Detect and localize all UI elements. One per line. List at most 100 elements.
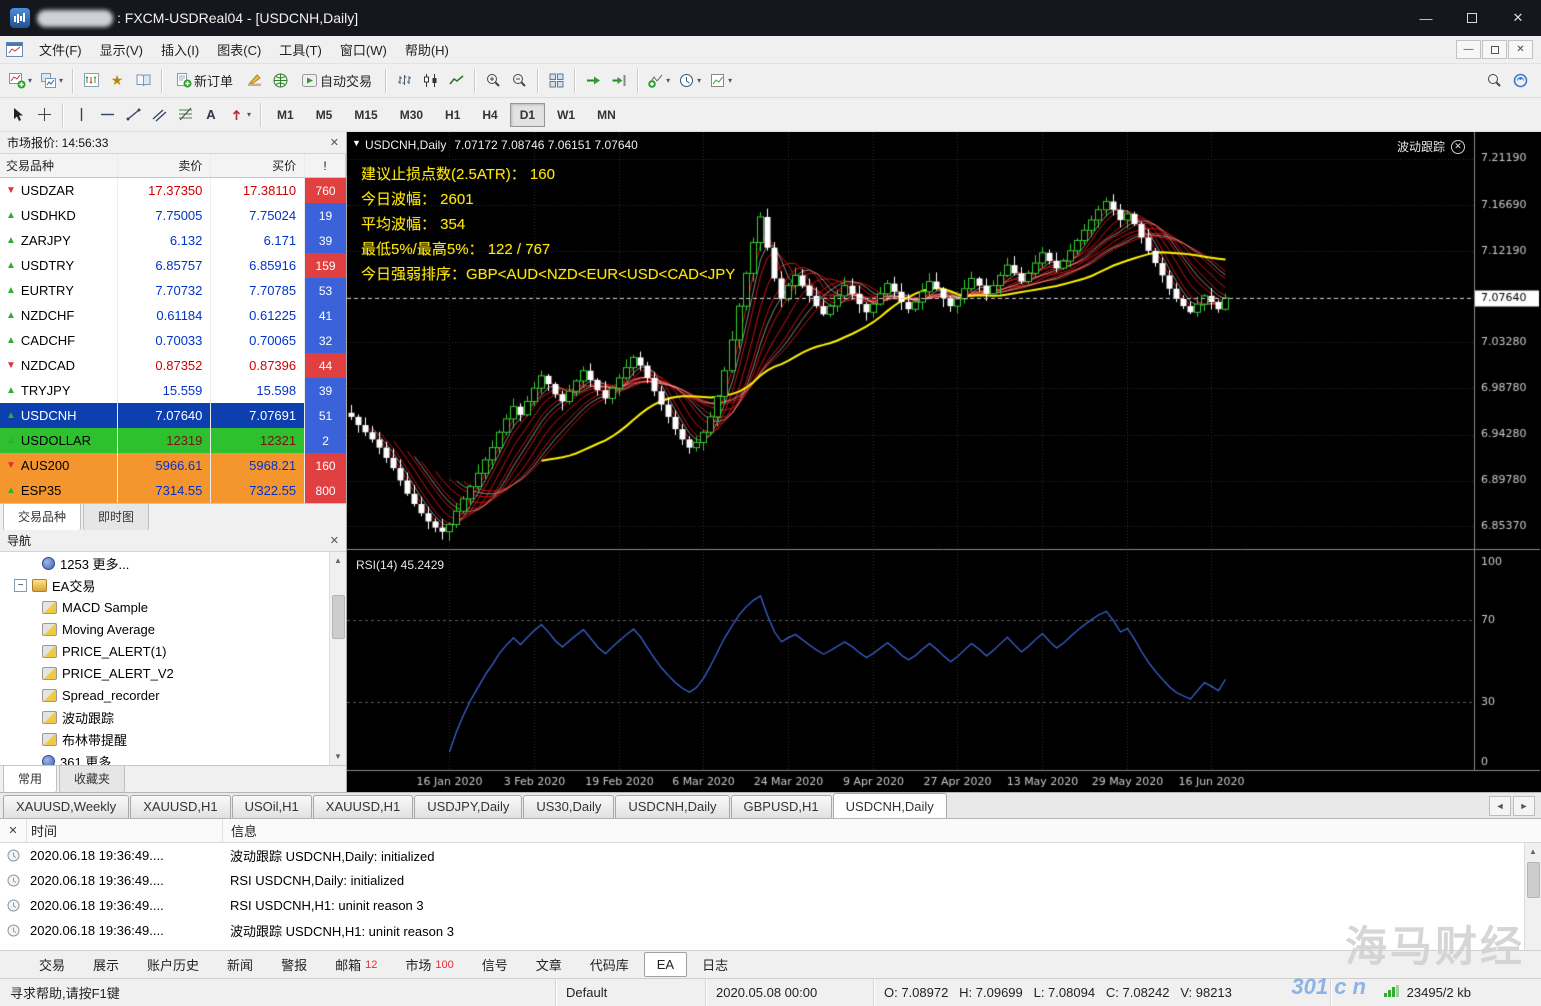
terminal-tab[interactable]: 邮箱 12 bbox=[322, 950, 390, 979]
tab-tick-chart[interactable]: 即时图 bbox=[83, 504, 150, 531]
column-header-bid[interactable]: 卖价 bbox=[118, 154, 212, 177]
tab-common[interactable]: 常用 bbox=[3, 766, 58, 793]
news-button[interactable] bbox=[267, 68, 293, 94]
new-chart-button[interactable]: ▾ bbox=[5, 68, 36, 94]
favorites-button[interactable]: ★ bbox=[104, 68, 130, 94]
candlestick-chart-button[interactable] bbox=[417, 68, 443, 94]
terminal-tab[interactable]: EA bbox=[643, 952, 688, 977]
tab-favorites[interactable]: 收藏夹 bbox=[59, 766, 126, 793]
cursor-tool-button[interactable] bbox=[5, 102, 31, 128]
chart-tab[interactable]: USDCNH,Daily bbox=[615, 795, 730, 818]
menu-item[interactable]: 插入(I) bbox=[152, 39, 208, 62]
scrollbar-thumb[interactable] bbox=[1526, 862, 1540, 898]
terminal-tab[interactable]: 新闻 bbox=[214, 950, 266, 979]
status-profile[interactable]: Default bbox=[556, 979, 706, 1006]
column-header-spread[interactable]: ! bbox=[305, 154, 346, 177]
scroll-up-button[interactable]: ▲ bbox=[329, 552, 346, 569]
market-watch-row[interactable]: ▼ AUS200 5966.61 5968.21 160 bbox=[0, 453, 346, 478]
timeframe-button-m5[interactable]: M5 bbox=[306, 103, 343, 127]
market-watch-row[interactable]: ▲ USDTRY 6.85757 6.85916 159 bbox=[0, 253, 346, 278]
one-click-trading-toggle[interactable]: ▼ bbox=[352, 139, 361, 148]
scroll-up-button[interactable]: ▲ bbox=[1524, 843, 1541, 860]
menu-item[interactable]: 图表(C) bbox=[208, 39, 270, 62]
chart-tab[interactable]: USOil,H1 bbox=[231, 795, 312, 818]
market-watch-row[interactable]: ▲ NZDCHF 0.61184 0.61225 41 bbox=[0, 303, 346, 328]
horizontal-line-tool-button[interactable] bbox=[94, 102, 120, 128]
menu-item[interactable]: 窗口(W) bbox=[331, 39, 396, 62]
navigator-item[interactable]: 1253 更多... bbox=[0, 552, 346, 574]
timeframe-button-d1[interactable]: D1 bbox=[509, 102, 546, 127]
new-order-button[interactable]: 新订单 bbox=[167, 68, 241, 94]
timeframe-button-h1[interactable]: H1 bbox=[435, 103, 470, 127]
column-header-ask[interactable]: 买价 bbox=[211, 154, 306, 177]
market-watch-row[interactable]: ▲ USDOLLAR 12319 12321 2 bbox=[0, 428, 346, 453]
templates-button[interactable]: ▾ bbox=[705, 68, 736, 94]
indicator-remove-button[interactable]: ✕ bbox=[1451, 139, 1465, 154]
market-watch-row[interactable]: ▼ USDZAR 17.37350 17.38110 760 bbox=[0, 178, 346, 203]
column-header-message[interactable]: 信息 bbox=[222, 819, 1541, 842]
market-watch-row[interactable]: ▲ ZARJPY 6.132 6.171 39 bbox=[0, 228, 346, 253]
zoom-in-button[interactable] bbox=[480, 68, 506, 94]
terminal-tab[interactable]: 账户历史 bbox=[134, 950, 212, 979]
timeframe-button-h4[interactable]: H4 bbox=[472, 103, 507, 127]
chart-tab[interactable]: XAUUSD,Weekly bbox=[3, 795, 130, 818]
chart-tab[interactable]: USDCNH,Daily bbox=[832, 793, 947, 818]
close-button[interactable]: ✕ bbox=[1495, 0, 1541, 36]
terminal-tab[interactable]: 交易 bbox=[26, 950, 78, 979]
navigator-item[interactable]: 361 更多... bbox=[0, 750, 346, 765]
tree-collapse-toggle[interactable]: − bbox=[14, 578, 27, 592]
terminal-scrollbar[interactable]: ▲ bbox=[1524, 843, 1541, 950]
navigator-item[interactable]: MACD Sample bbox=[0, 596, 346, 618]
navigator-toggle[interactable] bbox=[130, 68, 156, 94]
tile-windows-button[interactable] bbox=[543, 68, 569, 94]
navigator-item[interactable]: Spread_recorder bbox=[0, 684, 346, 706]
terminal-tab[interactable]: 展示 bbox=[80, 950, 132, 979]
market-watch-row[interactable]: ▲ ESP35 7314.55 7322.55 800 bbox=[0, 478, 346, 503]
zoom-out-button[interactable] bbox=[506, 68, 532, 94]
terminal-tab[interactable]: 市场 100 bbox=[392, 950, 466, 979]
line-chart-button[interactable] bbox=[443, 68, 469, 94]
terminal-close-button[interactable]: ✕ bbox=[0, 824, 26, 837]
menu-item[interactable]: 显示(V) bbox=[91, 39, 152, 62]
navigator-item[interactable]: − EA交易 bbox=[0, 574, 346, 596]
market-watch-row[interactable]: ▲ TRYJPY 15.559 15.598 39 bbox=[0, 378, 346, 403]
chart-tab[interactable]: XAUUSD,H1 bbox=[130, 795, 231, 818]
child-minimize-button[interactable]: — bbox=[1456, 40, 1481, 59]
navigator-item[interactable]: Moving Average bbox=[0, 618, 346, 640]
terminal-tab[interactable]: 代码库 bbox=[577, 950, 642, 979]
navigator-scrollbar[interactable]: ▲ ▼ bbox=[329, 552, 346, 765]
navigator-item[interactable]: PRICE_ALERT_V2 bbox=[0, 662, 346, 684]
market-watch-row[interactable]: ▼ NZDCAD 0.87352 0.87396 44 bbox=[0, 353, 346, 378]
metaeditor-button[interactable] bbox=[241, 68, 267, 94]
terminal-tab[interactable]: 文章 bbox=[523, 950, 575, 979]
scrollbar-thumb[interactable] bbox=[331, 595, 345, 639]
market-watch-toggle[interactable] bbox=[78, 68, 104, 94]
menu-item[interactable]: 帮助(H) bbox=[396, 39, 458, 62]
market-watch-row[interactable]: ▲ EURTRY 7.70732 7.70785 53 bbox=[0, 278, 346, 303]
profiles-button[interactable]: ▾ bbox=[36, 68, 67, 94]
autotrading-button[interactable]: 自动交易 bbox=[293, 68, 380, 94]
chart-tab[interactable]: USDJPY,Daily bbox=[414, 795, 523, 818]
navigator-item[interactable]: PRICE_ALERT(1) bbox=[0, 640, 346, 662]
maximize-button[interactable] bbox=[1449, 0, 1495, 36]
market-watch-row[interactable]: ▲ CADCHF 0.70033 0.70065 32 bbox=[0, 328, 346, 353]
child-close-button[interactable]: ✕ bbox=[1508, 40, 1533, 59]
tabs-scroll-left-button[interactable]: ◄ bbox=[1489, 795, 1511, 816]
timeframe-button-m1[interactable]: M1 bbox=[267, 103, 304, 127]
fibonacci-tool-button[interactable] bbox=[172, 102, 198, 128]
indicators-button[interactable]: ▾ bbox=[643, 68, 674, 94]
navigator-item[interactable]: 布林带提醒 bbox=[0, 728, 346, 750]
auto-scroll-button[interactable] bbox=[580, 68, 606, 94]
chart-tab[interactable]: XAUUSD,H1 bbox=[312, 795, 414, 818]
crosshair-tool-button[interactable] bbox=[31, 102, 57, 128]
menu-item[interactable]: 工具(T) bbox=[270, 39, 331, 62]
market-watch-close-button[interactable]: ✕ bbox=[330, 136, 339, 149]
arrows-tool-button[interactable]: ▾ bbox=[224, 102, 255, 128]
minimize-button[interactable]: — bbox=[1403, 0, 1449, 36]
timeframe-button-w1[interactable]: W1 bbox=[547, 103, 585, 127]
terminal-tab[interactable]: 日志 bbox=[689, 950, 741, 979]
community-button[interactable] bbox=[1507, 68, 1533, 94]
timeframe-button-m30[interactable]: M30 bbox=[390, 103, 433, 127]
equidistant-channel-tool-button[interactable] bbox=[146, 102, 172, 128]
chart-tab[interactable]: GBPUSD,H1 bbox=[730, 795, 832, 818]
